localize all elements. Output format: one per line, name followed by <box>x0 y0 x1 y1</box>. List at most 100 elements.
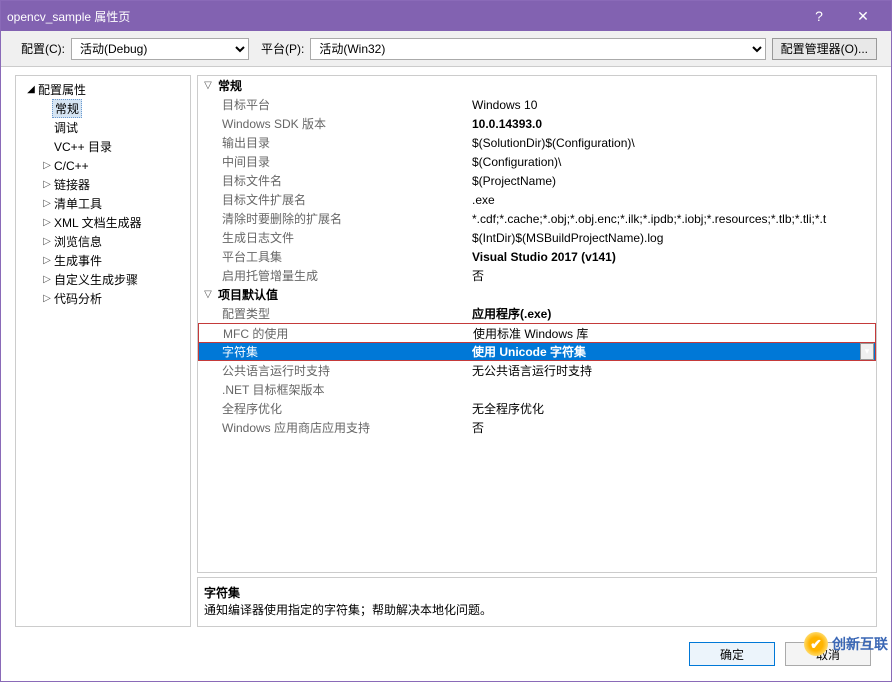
prop-row[interactable]: MFC 的使用使用标准 Windows 库 <box>198 323 876 342</box>
chevron-down-icon[interactable]: ▾ <box>860 343 874 360</box>
tree-item-6[interactable]: ▷XML 文档生成器 <box>16 213 190 232</box>
prop-key: 清除时要删除的扩展名 <box>220 210 472 227</box>
collapse-icon[interactable]: ◢ <box>26 84 36 95</box>
property-grid[interactable]: ▽常规目标平台Windows 10Windows SDK 版本10.0.1439… <box>197 75 877 573</box>
section-label: 常规 <box>218 77 242 94</box>
prop-value: $(ProjectName) <box>472 174 876 188</box>
expand-icon[interactable]: ▷ <box>42 179 52 190</box>
tree-item-8[interactable]: ▷生成事件 <box>16 251 190 270</box>
expand-icon[interactable]: ▷ <box>42 160 52 171</box>
prop-row[interactable]: .NET 目标框架版本 <box>198 380 876 399</box>
tree-item-label: 清单工具 <box>52 195 102 212</box>
tree-root[interactable]: ◢ 配置属性 <box>16 80 190 99</box>
section-label: 项目默认值 <box>218 286 278 303</box>
prop-value: $(Configuration)\ <box>472 155 876 169</box>
footer: 确定 取消 <box>1 627 891 681</box>
tree-item-label: 调试 <box>52 119 78 136</box>
tree-panel[interactable]: ◢ 配置属性 常规调试VC++ 目录▷C/C++▷链接器▷清单工具▷XML 文档… <box>15 75 191 627</box>
platform-label: 平台(P): <box>261 40 304 57</box>
prop-row[interactable]: 字符集使用 Unicode 字符集▾ <box>198 342 876 361</box>
expand-icon[interactable]: ▷ <box>42 217 52 228</box>
prop-row[interactable]: 目标文件扩展名.exe <box>198 190 876 209</box>
expand-icon[interactable]: ▷ <box>42 274 52 285</box>
prop-key: 启用托管增量生成 <box>220 267 472 284</box>
collapse-icon[interactable]: ▽ <box>198 80 218 91</box>
collapse-icon[interactable]: ▽ <box>198 289 218 300</box>
tree-item-7[interactable]: ▷浏览信息 <box>16 232 190 251</box>
tree-item-label: 代码分析 <box>52 290 102 307</box>
expand-icon[interactable]: ▷ <box>42 198 52 209</box>
prop-row[interactable]: 全程序优化无全程序优化 <box>198 399 876 418</box>
prop-value: 否 <box>472 267 876 284</box>
tree-item-2[interactable]: VC++ 目录 <box>16 137 190 156</box>
tree-item-label: VC++ 目录 <box>52 138 112 155</box>
prop-key: Windows SDK 版本 <box>220 115 472 132</box>
prop-value: 使用 Unicode 字符集 <box>472 343 860 360</box>
config-combo[interactable]: 活动(Debug) <box>71 38 249 60</box>
prop-value: $(IntDir)$(MSBuildProjectName).log <box>472 231 876 245</box>
prop-value: Windows 10 <box>472 98 876 112</box>
description-title: 字符集 <box>204 584 870 601</box>
prop-key: .NET 目标框架版本 <box>220 381 472 398</box>
platform-combo[interactable]: 活动(Win32) <box>310 38 765 60</box>
prop-key: 字符集 <box>220 343 472 360</box>
tree-item-label: 常规 <box>52 99 82 118</box>
toolbar: 配置(C): 活动(Debug) 平台(P): 活动(Win32) 配置管理器(… <box>1 31 891 67</box>
prop-key: MFC 的使用 <box>221 325 473 342</box>
prop-row[interactable]: 配置类型应用程序(.exe) <box>198 304 876 323</box>
prop-key: 目标文件扩展名 <box>220 191 472 208</box>
prop-key: 配置类型 <box>220 305 472 322</box>
tree-item-label: 浏览信息 <box>52 233 102 250</box>
tree-item-1[interactable]: 调试 <box>16 118 190 137</box>
tree-item-3[interactable]: ▷C/C++ <box>16 156 190 175</box>
prop-row[interactable]: 目标平台Windows 10 <box>198 95 876 114</box>
dialog-body: ◢ 配置属性 常规调试VC++ 目录▷C/C++▷链接器▷清单工具▷XML 文档… <box>1 67 891 627</box>
prop-row[interactable]: 公共语言运行时支持无公共语言运行时支持 <box>198 361 876 380</box>
prop-row[interactable]: Windows 应用商店应用支持否 <box>198 418 876 437</box>
expand-icon[interactable]: ▷ <box>42 255 52 266</box>
prop-value: $(SolutionDir)$(Configuration)\ <box>472 136 876 150</box>
prop-key: 目标平台 <box>220 96 472 113</box>
prop-row[interactable]: 清除时要删除的扩展名*.cdf;*.cache;*.obj;*.obj.enc;… <box>198 209 876 228</box>
prop-key: 全程序优化 <box>220 400 472 417</box>
prop-row[interactable]: 中间目录$(Configuration)\ <box>198 152 876 171</box>
titlebar[interactable]: opencv_sample 属性页 ? ✕ <box>1 1 891 31</box>
tree-item-label: 自定义生成步骤 <box>52 271 138 288</box>
section-header[interactable]: ▽项目默认值 <box>198 285 876 304</box>
cancel-button[interactable]: 取消 <box>785 642 871 666</box>
tree-item-label: 生成事件 <box>52 252 102 269</box>
section-header[interactable]: ▽常规 <box>198 76 876 95</box>
prop-key: Windows 应用商店应用支持 <box>220 419 472 436</box>
prop-key: 输出目录 <box>220 134 472 151</box>
tree-item-9[interactable]: ▷自定义生成步骤 <box>16 270 190 289</box>
tree-item-10[interactable]: ▷代码分析 <box>16 289 190 308</box>
prop-row[interactable]: Windows SDK 版本10.0.14393.0 <box>198 114 876 133</box>
close-icon[interactable]: ✕ <box>841 1 885 31</box>
tree-item-5[interactable]: ▷清单工具 <box>16 194 190 213</box>
prop-key: 目标文件名 <box>220 172 472 189</box>
prop-value: 无公共语言运行时支持 <box>472 362 876 379</box>
prop-row[interactable]: 目标文件名$(ProjectName) <box>198 171 876 190</box>
tree-item-label: 链接器 <box>52 176 90 193</box>
tree-item-4[interactable]: ▷链接器 <box>16 175 190 194</box>
prop-value: 无全程序优化 <box>472 400 876 417</box>
prop-row[interactable]: 启用托管增量生成否 <box>198 266 876 285</box>
expand-icon[interactable]: ▷ <box>42 236 52 247</box>
help-icon[interactable]: ? <box>797 1 841 31</box>
tree-item-label: C/C++ <box>52 159 89 173</box>
tree-item-0[interactable]: 常规 <box>16 99 190 118</box>
ok-button[interactable]: 确定 <box>689 642 775 666</box>
config-manager-button[interactable]: 配置管理器(O)... <box>772 38 877 60</box>
prop-value: 否 <box>472 419 876 436</box>
prop-value: .exe <box>472 193 876 207</box>
expand-icon[interactable]: ▷ <box>42 293 52 304</box>
prop-value: *.cdf;*.cache;*.obj;*.obj.enc;*.ilk;*.ip… <box>472 212 876 226</box>
prop-row[interactable]: 输出目录$(SolutionDir)$(Configuration)\ <box>198 133 876 152</box>
tree-root-label: 配置属性 <box>36 81 86 98</box>
window-title: opencv_sample 属性页 <box>7 8 797 25</box>
description-panel: 字符集 通知编译器使用指定的字符集；帮助解决本地化问题。 <box>197 577 877 627</box>
right-panel: ▽常规目标平台Windows 10Windows SDK 版本10.0.1439… <box>197 75 877 627</box>
prop-row[interactable]: 平台工具集Visual Studio 2017 (v141) <box>198 247 876 266</box>
prop-row[interactable]: 生成日志文件$(IntDir)$(MSBuildProjectName).log <box>198 228 876 247</box>
description-text: 通知编译器使用指定的字符集；帮助解决本地化问题。 <box>204 601 870 618</box>
